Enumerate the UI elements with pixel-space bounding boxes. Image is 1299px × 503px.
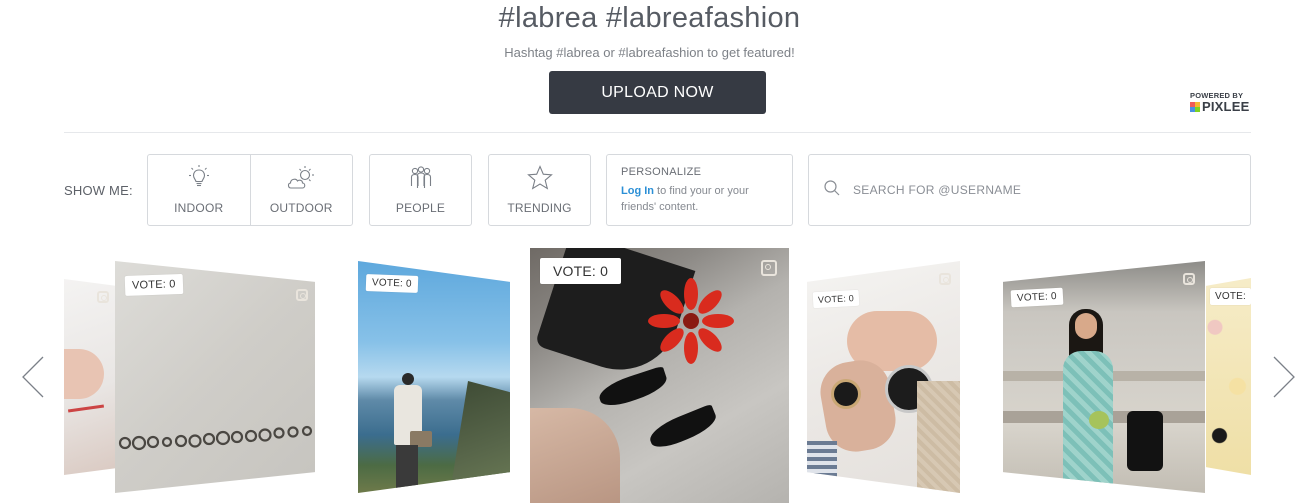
photo-watch-small (831, 379, 861, 409)
instagram-icon[interactable] (939, 273, 951, 285)
photo-card[interactable]: VOTE: (1206, 278, 1251, 475)
photo-shirt-plaid (807, 441, 837, 493)
vote-badge[interactable]: VOTE: 0 (540, 258, 622, 284)
vote-badge[interactable]: VOTE: (1210, 288, 1251, 305)
pixlee-mark-icon (1190, 102, 1200, 112)
cloud-sun-icon (285, 164, 317, 192)
show-me-label: SHOW ME: (64, 183, 133, 198)
lightbulb-icon (185, 164, 213, 192)
photo-arm-shape (64, 349, 104, 399)
filter-people-label: PEOPLE (395, 201, 446, 215)
page-subtitle: Hashtag #labrea or #labreafashion to get… (504, 45, 795, 60)
powered-by-pixlee[interactable]: POWERED BY PIXLEE (1190, 92, 1254, 114)
photo-heel-left (596, 365, 670, 411)
photo-bracelet (67, 404, 105, 413)
filter-outdoor-label: OUTDOOR (269, 201, 333, 215)
vote-badge[interactable]: VOTE: 0 (365, 274, 419, 293)
photo-face (1075, 313, 1097, 339)
vote-badge[interactable]: VOTE: 0 (124, 274, 183, 296)
photo-heel-right (646, 403, 720, 453)
photo-card[interactable]: VOTE: 0 (115, 261, 315, 493)
search-box[interactable] (808, 154, 1251, 226)
photo-card-featured[interactable]: VOTE: 0 (530, 248, 789, 503)
filter-trending[interactable]: TRENDING (489, 155, 590, 225)
photo-sweater (917, 381, 960, 493)
photo-card[interactable]: VOTE: 0 (1003, 261, 1205, 493)
chevron-right-icon[interactable] (1271, 355, 1297, 399)
photo-leg (530, 408, 620, 503)
people-icon (406, 164, 436, 192)
chevron-left-icon[interactable] (20, 355, 46, 399)
filter-trending-label: TRENDING (507, 201, 572, 215)
personalize-text-after: friends' content. (621, 201, 699, 213)
photo-head (402, 373, 414, 385)
personalize-text-before: to find your or your (654, 185, 749, 197)
filter-group-people: PEOPLE (369, 154, 472, 226)
page-title: #labrea #labreafashion (498, 2, 801, 34)
filter-group-trending: TRENDING (488, 154, 591, 226)
instagram-icon[interactable] (296, 289, 308, 301)
photo-cliff (450, 381, 510, 493)
filter-outdoor[interactable]: OUTDOOR (249, 155, 353, 225)
photo-coconut (1089, 411, 1109, 429)
search-input[interactable] (853, 183, 1233, 197)
vote-badge[interactable]: VOTE: 0 (812, 289, 860, 309)
pixlee-logo: PIXLEE (1190, 100, 1254, 114)
instagram-icon[interactable] (97, 291, 109, 303)
pixlee-brand-text: PIXLEE (1202, 99, 1250, 114)
photo-card[interactable]: VOTE: 0 (358, 261, 510, 493)
personalize-box: PERSONALIZE Log In to find your or your … (606, 154, 793, 226)
vote-badge[interactable]: VOTE: 0 (1010, 287, 1064, 308)
photo-legs (396, 445, 418, 493)
personalize-text: Log In to find your or your friends' con… (621, 183, 778, 215)
photo-red-flower (648, 278, 734, 364)
filter-indoor-label: INDOOR (174, 201, 224, 215)
filter-indoor[interactable]: INDOOR (148, 155, 250, 225)
photo-black-bag (1127, 411, 1163, 471)
star-icon (526, 164, 554, 192)
instagram-icon[interactable] (1183, 273, 1195, 285)
instagram-icon[interactable] (761, 260, 777, 276)
login-link[interactable]: Log In (621, 185, 654, 197)
photo-card[interactable]: VOTE: 0 (807, 261, 960, 493)
filter-people[interactable]: PEOPLE (370, 155, 471, 225)
upload-now-button[interactable]: UPLOAD NOW (549, 71, 766, 114)
photo-carousel: VOTE: 0 VOTE: 0 VOTE: 0 VOTE: 0 VOTE: 0 … (64, 245, 1251, 503)
search-icon (823, 179, 841, 202)
photo-rings (118, 425, 313, 451)
personalize-title: PERSONALIZE (621, 166, 702, 178)
divider (64, 132, 1251, 133)
filter-group-location: INDOOR OUTDOOR (147, 154, 353, 226)
